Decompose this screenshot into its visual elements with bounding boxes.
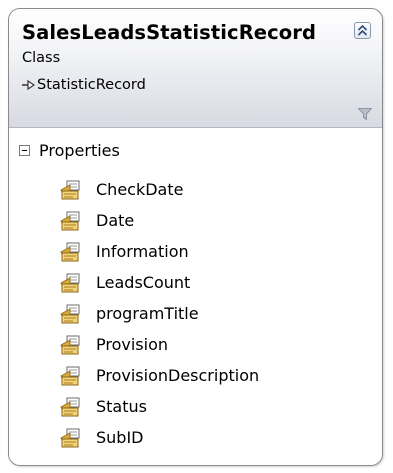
property-item[interactable]: ProvisionDescription <box>59 360 259 391</box>
chevron-up-double-icon <box>357 24 368 36</box>
property-name: Status <box>96 397 147 416</box>
property-icon <box>60 397 80 416</box>
property-item[interactable]: LeadsCount <box>59 267 259 298</box>
property-item[interactable]: Information <box>59 236 259 267</box>
properties-header[interactable]: Properties <box>19 140 120 160</box>
property-name: SubID <box>96 428 144 447</box>
property-icon <box>60 304 80 323</box>
class-header: SalesLeadsStatisticRecord Class Statisti… <box>9 9 382 128</box>
property-icon <box>60 273 80 292</box>
property-name: CheckDate <box>96 180 184 199</box>
property-list: CheckDate Date Information LeadsCount progra… <box>59 174 259 453</box>
property-item[interactable]: Provision <box>59 329 259 360</box>
property-item[interactable]: SubID <box>59 422 259 453</box>
inheritance-row: StatisticRecord <box>22 77 146 93</box>
properties-compartment: Properties CheckDate Date Information Leads… <box>9 128 382 465</box>
class-shape[interactable]: SalesLeadsStatisticRecord Class Statisti… <box>8 8 383 466</box>
collapse-button[interactable] <box>354 22 371 39</box>
property-item[interactable]: programTitle <box>59 298 259 329</box>
class-name[interactable]: SalesLeadsStatisticRecord <box>22 21 316 44</box>
property-icon <box>60 428 80 447</box>
property-item[interactable]: Date <box>59 205 259 236</box>
inheritance-arrow-icon <box>22 80 35 90</box>
property-name: Date <box>96 211 135 230</box>
property-item[interactable]: CheckDate <box>59 174 259 205</box>
property-name: LeadsCount <box>96 273 191 292</box>
property-icon <box>60 242 80 261</box>
class-stereotype: Class <box>22 50 61 66</box>
property-name: programTitle <box>96 304 199 323</box>
property-icon <box>60 211 80 230</box>
property-icon <box>60 335 80 354</box>
collapse-toggle-icon[interactable] <box>19 144 30 156</box>
property-name: Information <box>96 242 189 261</box>
compartment-title: Properties <box>39 140 120 160</box>
filter-icon[interactable] <box>358 108 372 120</box>
property-name: Provision <box>96 335 169 354</box>
property-name: ProvisionDescription <box>96 366 260 385</box>
property-item[interactable]: Status <box>59 391 259 422</box>
base-class-name: StatisticRecord <box>37 77 146 93</box>
property-icon <box>60 180 80 199</box>
property-icon <box>60 366 80 385</box>
